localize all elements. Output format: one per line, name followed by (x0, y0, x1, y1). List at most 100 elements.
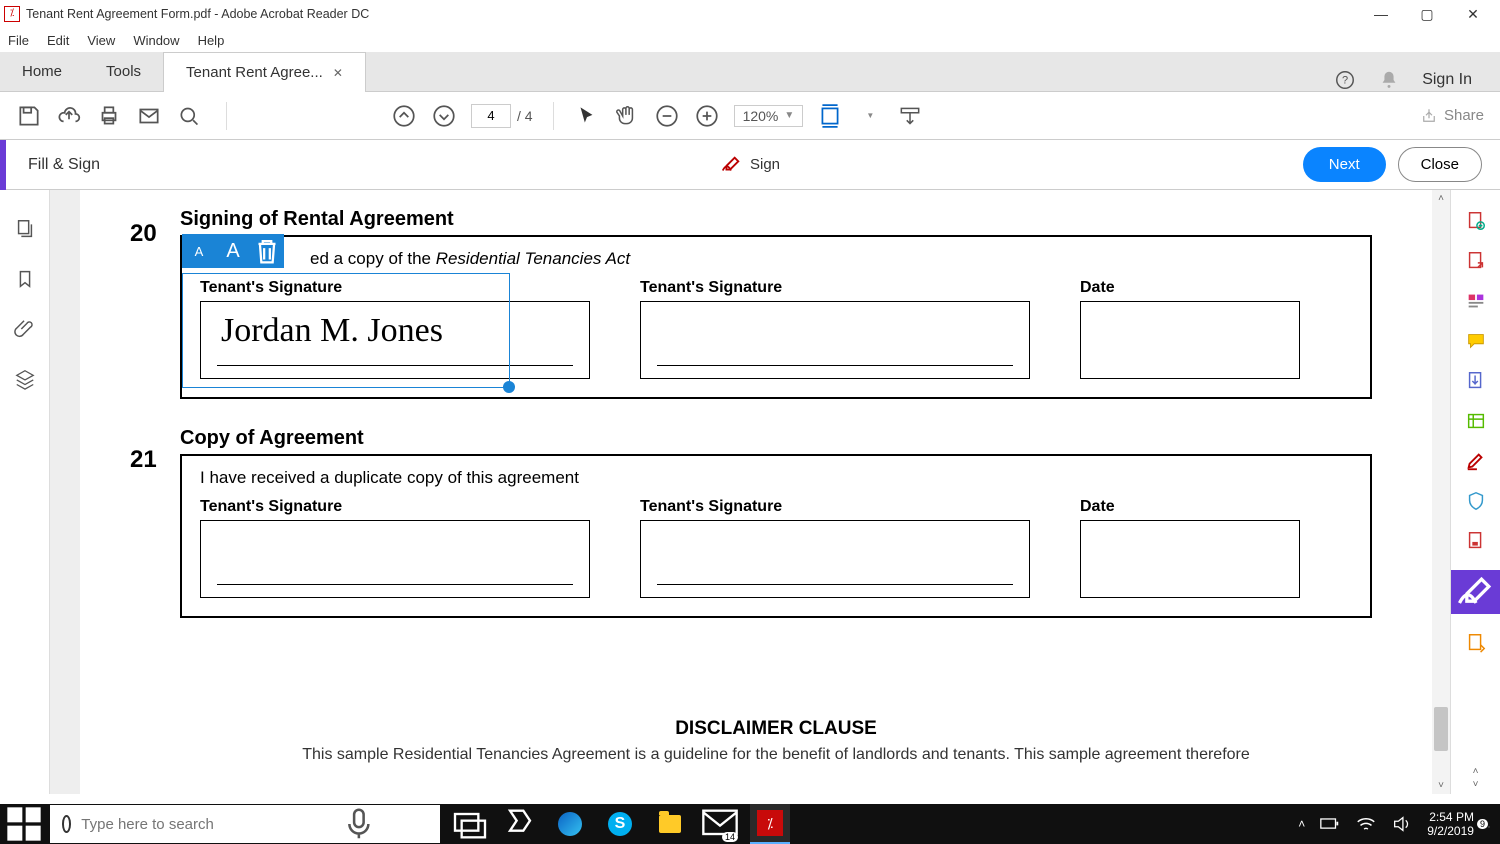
taskbar-app-1[interactable] (500, 804, 540, 844)
section-20-text: ed a copy of the Residential Tenancies A… (200, 249, 1352, 269)
right-tool-strip: ˄˅ (1450, 190, 1500, 794)
signature-field-2[interactable] (640, 301, 1030, 379)
compress-icon[interactable] (1465, 530, 1487, 552)
scroll-thumb[interactable] (1434, 707, 1448, 751)
separator (226, 102, 227, 130)
chevron-down-icon: ▼ (784, 110, 794, 121)
more-tools-icon[interactable] (1465, 632, 1487, 654)
mail-app-icon[interactable]: 14 (700, 804, 740, 844)
page-current-input[interactable] (471, 104, 511, 128)
tab-close-icon[interactable]: ✕ (333, 66, 343, 80)
sign-menu[interactable]: Sign (720, 154, 780, 176)
fill-sign-bar: Fill & Sign Sign Next Close (0, 140, 1500, 190)
wifi-icon[interactable] (1355, 814, 1377, 833)
tab-document[interactable]: Tenant Rent Agree... ✕ (163, 52, 366, 92)
redact-icon[interactable] (1465, 450, 1487, 472)
organize-icon[interactable] (1465, 410, 1487, 432)
minimize-button[interactable]: ― (1358, 0, 1404, 28)
print-icon[interactable] (96, 103, 122, 129)
font-smaller-button[interactable]: A (182, 234, 216, 268)
page-up-icon[interactable] (391, 103, 417, 129)
scroll-up-icon[interactable]: ˄ (1438, 190, 1444, 207)
titlebar: ⁒ Tenant Rent Agreement Form.pdf - Adobe… (0, 0, 1500, 28)
menu-help[interactable]: Help (198, 33, 225, 48)
create-pdf-icon[interactable] (1465, 250, 1487, 272)
acrobat-taskbar-icon[interactable]: ⁒ (750, 804, 790, 844)
hand-tool-icon[interactable] (614, 103, 640, 129)
disclaimer-body: This sample Residential Tenancies Agreem… (180, 746, 1372, 764)
section-20-box: ed a copy of the Residential Tenancies A… (180, 235, 1372, 399)
task-view-icon[interactable] (450, 804, 490, 844)
maximize-button[interactable]: ▢ (1404, 0, 1450, 28)
mail-icon[interactable] (136, 103, 162, 129)
right-strip-scroll[interactable]: ˄˅ (1473, 766, 1479, 790)
date-field-20[interactable] (1080, 301, 1300, 379)
mic-icon[interactable] (290, 805, 428, 843)
comment-icon[interactable] (1465, 330, 1487, 352)
edge-icon[interactable] (550, 804, 590, 844)
sign-label: Sign (750, 156, 780, 173)
skype-icon[interactable]: S (600, 804, 640, 844)
share-button[interactable]: Share (1420, 107, 1484, 125)
bookmark-icon[interactable] (14, 268, 36, 290)
tab-home[interactable]: Home (0, 51, 84, 91)
menu-window[interactable]: Window (133, 33, 179, 48)
scroll-down-icon[interactable]: ˅ (1438, 777, 1444, 794)
search-input[interactable] (81, 816, 280, 833)
cortana-icon (62, 815, 71, 833)
file-explorer-icon[interactable] (650, 804, 690, 844)
tab-tools[interactable]: Tools (84, 51, 163, 91)
start-button[interactable] (0, 804, 48, 844)
menu-view[interactable]: View (87, 33, 115, 48)
action-center-icon[interactable]: 9 (1488, 817, 1490, 831)
fit-width-icon[interactable] (817, 103, 843, 129)
clock-date: 9/2/2019 (1427, 824, 1474, 838)
section-21-box: I have received a duplicate copy of this… (180, 454, 1372, 618)
read-mode-icon[interactable] (897, 103, 923, 129)
save-icon[interactable] (16, 103, 42, 129)
clock[interactable]: 2:54 PM 9/2/2019 (1427, 810, 1474, 838)
vertical-scrollbar[interactable]: ˄ ˅ (1432, 190, 1450, 794)
help-icon[interactable]: ? (1334, 69, 1356, 91)
signature-field-4[interactable] (640, 520, 1030, 598)
resize-handle[interactable] (503, 381, 515, 393)
combine-icon[interactable] (1465, 370, 1487, 392)
tray-chevron-icon[interactable]: ˄ (1298, 817, 1305, 831)
edit-pdf-icon[interactable] (1465, 290, 1487, 312)
signature-selection[interactable] (182, 273, 510, 388)
sign-in-link[interactable]: Sign In (1422, 71, 1472, 89)
zoom-dropdown[interactable]: 120%▼ (734, 105, 804, 127)
acrobat-app-icon: ⁒ (4, 6, 20, 22)
menu-edit[interactable]: Edit (47, 33, 69, 48)
bell-icon[interactable] (1378, 69, 1400, 91)
protect-icon[interactable] (1465, 490, 1487, 512)
cloud-upload-icon[interactable] (56, 103, 82, 129)
delete-signature-button[interactable] (250, 234, 284, 268)
section-21-number: 21 (130, 446, 157, 474)
signature-field-3[interactable] (200, 520, 590, 598)
find-icon[interactable] (176, 103, 206, 129)
battery-icon[interactable] (1319, 815, 1341, 832)
menu-file[interactable]: File (8, 33, 29, 48)
fill-sign-tool-icon[interactable] (1451, 570, 1500, 614)
zoom-in-icon[interactable] (694, 103, 720, 129)
zoom-out-icon[interactable] (654, 103, 680, 129)
signature-line (217, 584, 573, 585)
document-page[interactable]: Signing of Rental Agreement 20 ed a copy… (80, 190, 1432, 794)
date-field-21[interactable] (1080, 520, 1300, 598)
select-tool-icon[interactable] (574, 103, 600, 129)
attachment-icon[interactable] (14, 318, 36, 340)
tab-tools-label: Tools (106, 63, 141, 80)
export-pdf-icon[interactable] (1465, 210, 1487, 232)
layers-icon[interactable] (14, 368, 36, 390)
font-larger-button[interactable]: A (216, 234, 250, 268)
volume-icon[interactable] (1391, 813, 1413, 835)
page-down-icon[interactable] (431, 103, 457, 129)
close-window-button[interactable]: ✕ (1450, 0, 1496, 28)
separator (553, 102, 554, 130)
fit-dropdown-icon[interactable]: ▼ (857, 103, 883, 129)
thumbnails-icon[interactable] (14, 218, 36, 240)
taskbar-search[interactable] (50, 805, 440, 843)
next-button[interactable]: Next (1303, 147, 1386, 182)
close-button[interactable]: Close (1398, 147, 1482, 182)
